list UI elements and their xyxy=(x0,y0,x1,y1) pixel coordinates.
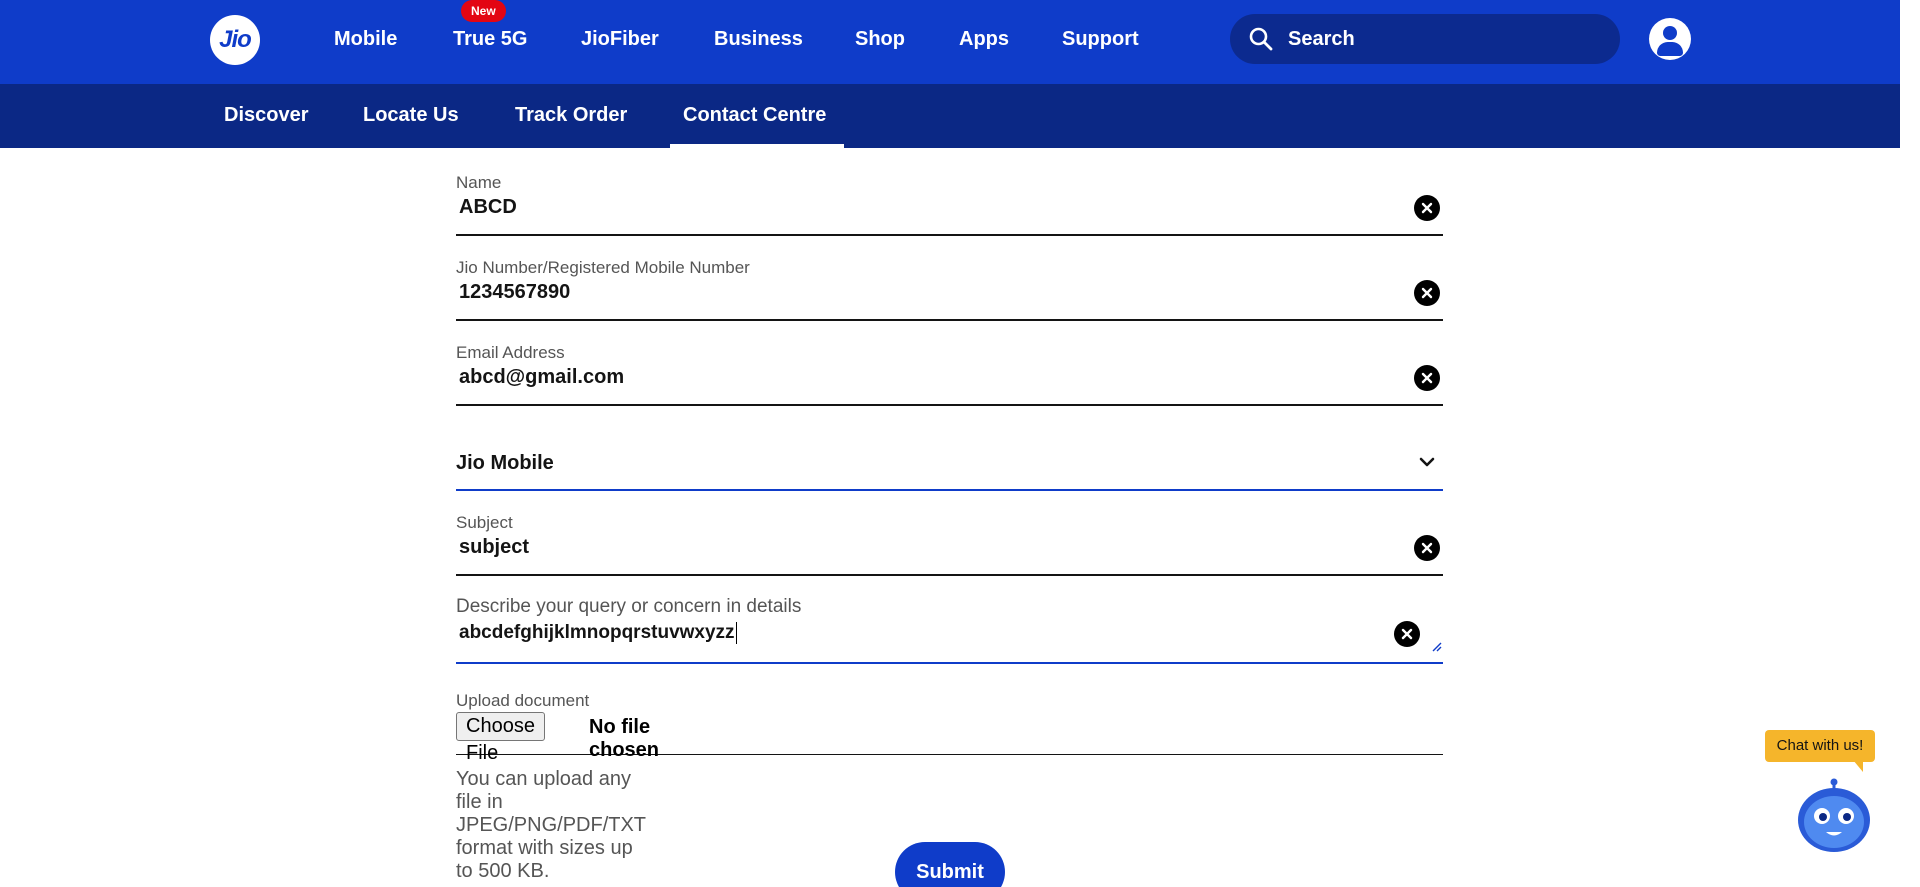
active-tab-indicator xyxy=(670,144,844,148)
mobile-number-field[interactable]: Jio Number/Registered Mobile Number 1234… xyxy=(456,255,1443,321)
name-input[interactable]: ABCD xyxy=(459,196,517,219)
nav-true-5g[interactable]: True 5G xyxy=(453,28,527,51)
details-field[interactable]: Describe your query or concern in detail… xyxy=(456,595,1443,664)
sub-navigation: Discover Locate Us Track Order Contact C… xyxy=(0,84,1900,148)
search-icon xyxy=(1249,27,1273,51)
logo-text: Jio xyxy=(219,26,252,53)
clear-mobile-icon[interactable] xyxy=(1414,280,1440,306)
mobile-number-input[interactable]: 1234567890 xyxy=(459,281,570,304)
clear-subject-icon[interactable] xyxy=(1414,535,1440,561)
search-bar[interactable]: Search xyxy=(1230,14,1620,64)
details-label: Describe your query or concern in detail… xyxy=(456,596,802,617)
subnav-discover[interactable]: Discover xyxy=(224,104,309,127)
clear-email-icon[interactable] xyxy=(1414,365,1440,391)
subnav-locate-us[interactable]: Locate Us xyxy=(363,104,459,127)
nav-mobile[interactable]: Mobile xyxy=(334,28,397,51)
details-text: abcdefghijklmnopqrstuvwxyzz xyxy=(459,622,735,644)
page: Name ABCD Jio Number/Registered Mobile N… xyxy=(0,0,1900,887)
subnav-contact-centre[interactable]: Contact Centre xyxy=(683,104,826,127)
clear-details-icon[interactable] xyxy=(1394,621,1420,647)
nav-shop[interactable]: Shop xyxy=(855,28,905,51)
subject-field[interactable]: Subject subject xyxy=(456,510,1443,576)
chat-bubble[interactable]: Chat with us! xyxy=(1765,730,1875,762)
nav-apps[interactable]: Apps xyxy=(959,28,1009,51)
resize-handle-icon[interactable] xyxy=(1430,640,1442,652)
email-field[interactable]: Email Address abcd@gmail.com xyxy=(456,340,1443,406)
chevron-down-icon[interactable] xyxy=(1417,452,1437,472)
service-select-value: Jio Mobile xyxy=(456,452,554,474)
nav-support[interactable]: Support xyxy=(1062,28,1139,51)
service-select[interactable]: Jio Mobile xyxy=(456,425,1443,491)
chatbot-icon[interactable] xyxy=(1796,778,1872,854)
upload-hint: You can upload any file in JPEG/PNG/PDF/… xyxy=(456,768,646,882)
top-navigation: Jio Mobile True 5G New JioFiber Business… xyxy=(0,0,1900,84)
profile-icon[interactable] xyxy=(1649,18,1691,60)
new-badge: New xyxy=(461,0,506,22)
subject-label: Subject xyxy=(456,513,513,532)
nav-business[interactable]: Business xyxy=(714,28,803,51)
clear-name-icon[interactable] xyxy=(1414,195,1440,221)
choose-file-button[interactable]: Choose File xyxy=(456,712,545,764)
email-input[interactable]: abcd@gmail.com xyxy=(459,366,624,389)
file-status: No file chosen xyxy=(589,716,660,761)
search-placeholder: Search xyxy=(1288,27,1355,50)
upload-label: Upload document xyxy=(456,691,590,710)
jio-logo[interactable]: Jio xyxy=(210,15,260,65)
nav-jiofiber[interactable]: JioFiber xyxy=(581,28,659,51)
email-label: Email Address xyxy=(456,343,565,362)
mobile-number-label: Jio Number/Registered Mobile Number xyxy=(456,258,750,277)
text-caret xyxy=(735,622,737,644)
name-label: Name xyxy=(456,173,502,192)
name-field[interactable]: Name ABCD xyxy=(456,170,1443,236)
details-textarea[interactable]: abcdefghijklmnopqrstuvwxyzz xyxy=(459,622,737,644)
subnav-track-order[interactable]: Track Order xyxy=(515,104,627,127)
submit-button[interactable]: Submit xyxy=(895,842,1005,887)
chat-bubble-tail xyxy=(1853,760,1863,772)
subject-input[interactable]: subject xyxy=(459,536,529,559)
